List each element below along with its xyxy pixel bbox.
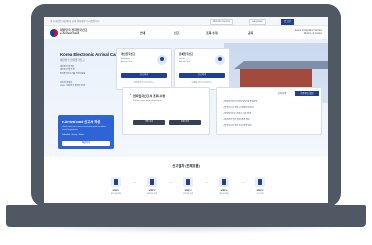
main-nav: 대한민국 전자입국신고 e-Arrival Card 안내 신고 조회·수정 공… bbox=[44, 26, 328, 40]
card-desc: Group Arrival Card bbox=[179, 58, 209, 64]
login-button[interactable]: 로그인 bbox=[281, 18, 294, 25]
notice-row[interactable]: • 전자입국신고 서비스 이용 안내 bbox=[223, 112, 317, 115]
website-service-menu[interactable]: Website Service bbox=[210, 18, 234, 25]
nav-item-report[interactable]: 신고 bbox=[174, 31, 179, 35]
procedure-step: STEP 2 여권정보 입력 bbox=[140, 177, 164, 195]
arrow-right-icon: → bbox=[204, 179, 209, 185]
hero-contact: 관리자 연락처 1345 · 대한민국 출입국 안내 bbox=[60, 82, 106, 88]
card-desc-line: Arrival Card bbox=[179, 61, 190, 63]
notice-row[interactable]: • 입국신고서 오류 신고 방법 안내 bbox=[223, 124, 317, 127]
e-arrival-promo-banner: e-Arrival card 신고서 작성 Check here for a m… bbox=[58, 115, 114, 149]
nav-item-notice[interactable]: 공지 bbox=[248, 31, 253, 35]
step-text: 확인 및 제출 bbox=[219, 192, 229, 195]
procedure-step: STEP 5 신고 완료 bbox=[248, 177, 272, 195]
laptop-base bbox=[6, 205, 366, 227]
top-utility-bar: 이 누리집은 대한민국 공식 전자정부 누리집입니다. Website Serv… bbox=[44, 17, 328, 26]
step-text: 여권정보 입력 bbox=[146, 192, 158, 195]
promo-button[interactable]: 바로가기 bbox=[62, 141, 110, 146]
document-icon bbox=[111, 177, 121, 187]
tab-faq[interactable]: 자주묻는질문 bbox=[295, 91, 319, 96]
arrow-right-icon: → bbox=[240, 179, 245, 185]
hero-title: Korea Electronic Arrival Card bbox=[60, 52, 120, 57]
notice-row[interactable]: • 입국신고서 작성 시 유의사항 안내 bbox=[223, 106, 317, 109]
lookup-edit-panel: 전자입국신고서 조회·수정 Please enter your informat… bbox=[122, 87, 210, 135]
step-text: 유의사항 확인 bbox=[110, 192, 122, 195]
contact-number: 1345 · 대한민국 출입국 안내 bbox=[60, 85, 85, 88]
group-report-button[interactable]: 신고하기 bbox=[179, 73, 225, 78]
gov-notice: 이 누리집은 대한민국 공식 전자정부 누리집입니다. bbox=[50, 19, 101, 23]
taegeuk-logo-icon bbox=[50, 28, 58, 37]
notice-row[interactable]: • 대한민국 입국 절차 변경 안내 bbox=[223, 118, 317, 121]
person-icon bbox=[157, 55, 167, 65]
procedure-step: STEP 1 유의사항 확인 bbox=[104, 177, 128, 195]
brand-english: e-Arrival Card bbox=[60, 31, 80, 36]
hero-subtitle: 대한민국 전자입국신고 bbox=[60, 59, 85, 62]
lookup-description: Please enter your information bbox=[133, 100, 162, 102]
laptop-screen: 이 누리집은 대한민국 공식 전자정부 누리집입니다. Website Serv… bbox=[44, 17, 328, 203]
passport-icon bbox=[147, 177, 157, 187]
notice-row[interactable]: • 전자입국신고서 작성 안내 및 주의사항 bbox=[223, 100, 317, 103]
tab-notices[interactable]: 공지사항 bbox=[269, 91, 295, 96]
individual-report-button[interactable]: 신고하기 bbox=[121, 73, 167, 78]
hero-description: 대한민국 입국을 대한민국 입국 전 전자입국신고서를 작성하세요 bbox=[60, 66, 110, 76]
individual-arrival-card: 개인입국신고 Individual Arrival Card 신고하기 개인입국… bbox=[116, 48, 172, 90]
hero-desc-line: 전자입국신고서를 작성하세요 bbox=[60, 72, 86, 75]
form-icon bbox=[183, 177, 193, 187]
check-icon bbox=[219, 177, 229, 187]
group-arrival-card: 단체입국신고 Group Arrival Card 신고하기 단체입국신고 신고… bbox=[174, 48, 230, 90]
promo-title: e-Arrival card 신고서 작성 bbox=[62, 120, 101, 124]
promo-description: Check here for a more convenient guide t… bbox=[62, 126, 106, 131]
step-text: 신고 완료 bbox=[256, 192, 264, 195]
nav-item-lookup[interactable]: 조회·수정 bbox=[206, 31, 218, 35]
step-text: 입국정보 입력 bbox=[182, 192, 194, 195]
card-desc-line: Arrival Card bbox=[121, 61, 132, 63]
arrow-right-icon: → bbox=[132, 179, 137, 185]
group-icon bbox=[215, 55, 225, 65]
palace-building bbox=[240, 69, 312, 87]
procedure-step: STEP 4 확인 및 제출 bbox=[212, 177, 236, 195]
procedure-step: STEP 3 입국정보 입력 bbox=[176, 177, 200, 195]
promo-chips: Individual · Group · Status bbox=[62, 134, 84, 136]
individual-report-link[interactable]: 개인입국신고 신고하기 > bbox=[121, 81, 167, 84]
nav-item-guide[interactable]: 안내 bbox=[140, 31, 145, 35]
group-lookup-button[interactable]: 단체 조회 bbox=[169, 120, 201, 125]
hero-section: Korea Electronic Arrival Card 대한민국 전자입국신… bbox=[44, 39, 328, 157]
brand[interactable]: 대한민국 전자입국신고 e-Arrival Card bbox=[60, 28, 87, 36]
card-desc: Individual Arrival Card bbox=[121, 58, 151, 64]
card-title: 단체입국신고 bbox=[179, 53, 194, 56]
notice-panel: 공지사항 자주묻는질문 • 전자입국신고서 작성 안내 및 주의사항 • 입국신… bbox=[216, 87, 322, 135]
card-title: 개인입국신고 bbox=[121, 53, 136, 56]
palace-roof bbox=[234, 61, 328, 69]
complete-icon bbox=[255, 177, 265, 187]
language-select[interactable]: Language bbox=[249, 18, 266, 25]
individual-lookup-button[interactable]: 개인 조회 bbox=[133, 120, 165, 125]
lookup-title: 전자입국신고서 조회·수정 bbox=[130, 93, 165, 98]
ministry-info: Korea Immigration Service Ministry of Ju… bbox=[295, 30, 322, 36]
group-report-link[interactable]: 단체입국신고 신고하기 > bbox=[179, 81, 225, 84]
procedure-section: 신고절차 (전체흐름) STEP 1 유의사항 확인 → STEP 2 여권정보… bbox=[44, 157, 328, 203]
ministry-info-line2: Ministry of Justice bbox=[303, 32, 322, 35]
procedure-title: 신고절차 (전체흐름) bbox=[172, 164, 200, 168]
arrow-right-icon: → bbox=[168, 179, 173, 185]
